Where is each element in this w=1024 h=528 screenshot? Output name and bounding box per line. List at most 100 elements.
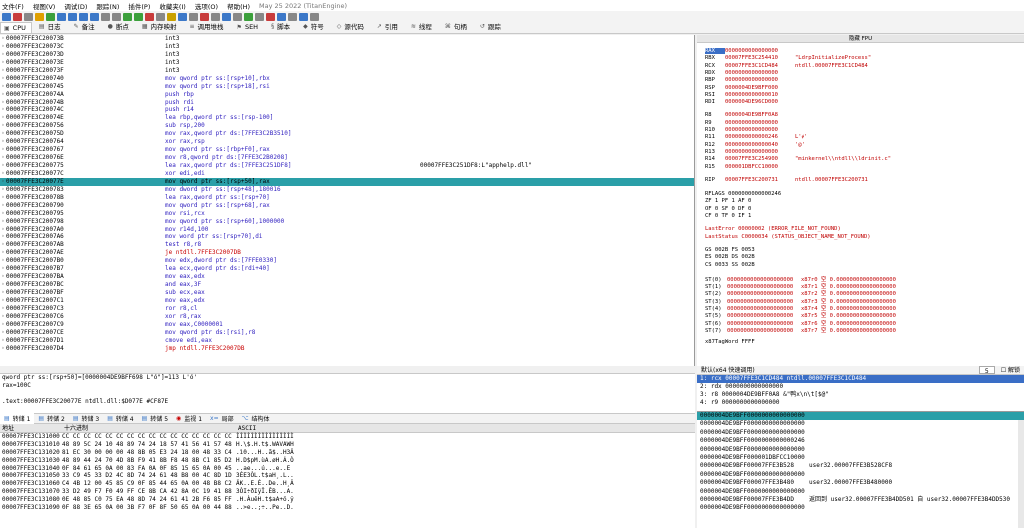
tab-seh[interactable]: ⚑ SEH (233, 21, 265, 33)
register-value[interactable]: 0000000000000000 (725, 70, 795, 76)
register-value[interactable]: 0000000000000010 (725, 92, 795, 98)
disasm-row[interactable]: ◦ 00007FFE3C20073E int3 (0, 59, 694, 67)
register-row[interactable]: RBX 00007FFE3C254410 "LdrpInitializeProces… (705, 55, 871, 61)
register-row[interactable]: RSP 0000004DE9BFF000 (705, 85, 795, 91)
disasm-row[interactable]: ◦ 00007FFE3C20074B push rdi (0, 99, 694, 107)
dump-row[interactable]: 00007FFE3C131030 48 89 44 24 70 4D 8B F9 … (0, 457, 695, 465)
stack-row[interactable]: 0000004DE9BFF 0000000000000000 (697, 420, 1024, 428)
register-row[interactable]: RIP 00007FFE3C200731 ntdll.00007FFE3C20073… (705, 177, 868, 183)
register-row[interactable]: RDX 0000000000000000 (705, 70, 795, 76)
call-args[interactable]: 1: rcx 00007FFE3C1CD484 ntdll.00007FFE3C… (697, 375, 1024, 411)
register-row[interactable]: RCX 00007FFE3C1CD484 ntdll.00007FFE3C1CD48… (705, 63, 868, 69)
call-arg-row[interactable]: 3: r8 0000004DE9BFF0A8 &"鸭x\n\t[$@" (697, 391, 1024, 399)
disasm-row[interactable]: ◦ 00007FFE3C2007D4 jmp ntdll.7FFE3C2007DB (0, 345, 694, 353)
menu-item[interactable]: 视图(V) (33, 1, 56, 11)
register-value[interactable]: 0000000000000000 (725, 149, 795, 155)
disasm-row[interactable]: ◦ 00007FFE3C20073C int3 (0, 43, 694, 51)
dump-tab[interactable]: ◉ 监视 1 (172, 414, 206, 423)
menu-item[interactable]: 收藏夹(I) (159, 1, 186, 11)
disasm-row[interactable]: ◦ 00007FFE3C200767 mov qword ptr ss:[rbp+F… (0, 146, 694, 154)
call-arg-row[interactable]: 1: rcx 00007FFE3C1CD484 ntdll.00007FFE3C… (697, 375, 1024, 383)
disasm-row[interactable]: ◦ 00007FFE3C2007A6 mov word ptr ss:[rsp+70… (0, 233, 694, 241)
dump-tab[interactable]: ▤ 转储 5 (138, 414, 172, 423)
disassembly-view[interactable]: ◦ 00007FFE3C20073B int3 ◦ 00007FFE3C20073C in… (0, 35, 695, 366)
calling-convention-select[interactable]: 默认(x64 快速调用) (701, 366, 755, 374)
tab-breakpoint[interactable]: ● 断点 (104, 19, 135, 33)
dump-hex[interactable]: 48 89 44 24 70 4D 8B F9 41 8B F8 48 8B C… (62, 457, 232, 465)
dump-row[interactable]: 00007FFE3C131080 0E 48 85 C0 75 EA 48 8D … (0, 496, 695, 504)
register-value[interactable]: 0000004DE9BFF000 (725, 85, 795, 91)
dump-row[interactable]: 00007FFE3C131050 33 C9 45 33 D2 4C 8D 74 … (0, 472, 695, 480)
disasm-row[interactable]: ◦ 00007FFE3C200775 lea rax,qword ptr ds:[7… (0, 162, 694, 170)
register-row[interactable]: R10 0000000000000000 (705, 127, 795, 133)
dump-tab[interactable]: ▤ 转储 3 (69, 414, 103, 423)
register-value[interactable]: 00007FFE3C200731 (725, 177, 795, 183)
dump-tab[interactable]: ⌥ 结构体 (238, 414, 274, 423)
stack-row[interactable]: 0000004DE9BFF 0000000000000000 (697, 412, 1024, 421)
disasm-row[interactable]: ◦ 00007FFE3C20074C push r14 (0, 106, 694, 114)
disasm-row[interactable]: ◦ 00007FFE3C200756 sub rsp,200 (0, 122, 694, 130)
tab-symbol[interactable]: ◆ 符号 (299, 19, 330, 33)
register-value[interactable]: 000001DBFCC10000 (725, 164, 795, 170)
disasm-row[interactable]: ◦ 00007FFE3C20074E lea rbp,qword ptr ss:[r… (0, 114, 694, 122)
stack-row[interactable]: 0000004DE9BFF 00007FFE3B480 user32.00007FF… (697, 479, 1024, 487)
disasm-row[interactable]: ◦ 00007FFE3C2007AE je ntdll.7FFE3C2007DB (0, 249, 694, 257)
tab-reference[interactable]: ↗ 引用 (373, 19, 404, 33)
register-value[interactable]: 0000000000000000 (725, 127, 795, 133)
disasm-row[interactable]: ◦ 00007FFE3C2007A0 mov r14d,100 (0, 226, 694, 234)
stack-row[interactable]: 0000004DE9BFF 00007FFE3B528 user32.00007FF… (697, 462, 1024, 470)
disasm-row[interactable]: ◦ 00007FFE3C20073F int3 (0, 67, 694, 75)
dump-row[interactable]: 00007FFE3C131000 CC CC CC CC CC CC CC CC … (0, 433, 695, 441)
toolbar-button-icon[interactable] (255, 13, 264, 21)
disasm-row[interactable]: ◦ 00007FFE3C20078B lea rax,qword ptr ss:[r… (0, 194, 694, 202)
dump-row[interactable]: 00007FFE3C131010 48 89 5C 24 10 48 89 74 … (0, 441, 695, 449)
disasm-row[interactable]: ◦ 00007FFE3C200790 mov qword ptr ss:[rsp+6… (0, 202, 694, 210)
register-value[interactable]: 0000004DE96CD000 (725, 99, 795, 105)
disasm-row[interactable]: ◦ 00007FFE3C2007C3 ror r8,cl (0, 305, 694, 313)
register-row[interactable]: R13 0000000000000000 (705, 149, 795, 155)
dump-row[interactable]: 00007FFE3C131090 0F 88 3E 65 0A 00 3B F7 … (0, 504, 695, 512)
disasm-row[interactable]: ◦ 00007FFE3C2007BA mov eax,edx (0, 273, 694, 281)
register-value[interactable]: 0000000000000000 (725, 77, 795, 83)
disasm-row[interactable]: ◦ 00007FFE3C2007AB test r8,r8 (0, 241, 694, 249)
menu-item[interactable]: 插件(P) (128, 1, 150, 11)
register-value[interactable]: 00007FFE3C254410 (725, 55, 795, 61)
tab-log[interactable]: ▤ 日志 (35, 19, 67, 33)
disasm-row[interactable]: ◦ 00007FFE3C20077E mov qword ptr ss:[rsp+5… (0, 177, 694, 186)
tab-script[interactable]: § 脚本 (267, 19, 296, 33)
tab-thread[interactable]: ≋ 线程 (407, 19, 438, 33)
register-panel[interactable]: 隐藏 FPU RAX 0000000000000000 RBX 00007FFE3C2… (697, 35, 1024, 366)
dump-row[interactable]: 00007FFE3C131060 C4 4B 12 00 45 85 C9 0F … (0, 480, 695, 488)
call-arg-row[interactable]: 4: r9 0000000000000000 (697, 399, 1024, 407)
stack-row[interactable]: 0000004DE9BFF 0000000000000000 (697, 488, 1024, 496)
toolbar-button-icon[interactable] (13, 13, 22, 21)
stack-row[interactable]: 0000004DE9BFF 00007FFE3B4DD 返回到 user32.000… (697, 496, 1024, 504)
dump-tab[interactable]: x= 局部 (206, 414, 238, 423)
disasm-row[interactable]: ◦ 00007FFE3C2007B0 mov edx,dword ptr ds:[7… (0, 257, 694, 265)
tab-notes[interactable]: ✎ 备注 (70, 19, 101, 33)
register-row[interactable]: RAX 0000000000000000 (705, 48, 795, 54)
tab-trace[interactable]: ↺ 跟踪 (476, 19, 507, 33)
toolbar-button-icon[interactable] (24, 13, 33, 21)
tab-cpu[interactable]: ▣ CPU (0, 22, 32, 33)
fpu-register-value[interactable]: 00000000000000000000 (727, 328, 801, 334)
dump-row[interactable]: 00007FFE3C131040 0F 84 61 65 0A 00 83 FA … (0, 465, 695, 473)
disasm-row[interactable]: ◦ 00007FFE3C20077C xor edi,edi (0, 170, 694, 178)
disasm-row[interactable]: ◦ 00007FFE3C2007CE mov qword ptr ds:[rsi],… (0, 329, 694, 337)
disasm-row[interactable]: ◦ 00007FFE3C20076E mov r8,qword ptr ds:[7F… (0, 154, 694, 162)
menu-item[interactable]: 跟踪(N) (96, 1, 119, 11)
arg-count-spinner[interactable]: 5 (978, 366, 995, 375)
disasm-row[interactable]: ◦ 00007FFE3C200745 mov qword ptr ss:[rsp+1… (0, 83, 694, 91)
tab-source[interactable]: ◇ 源代码 (333, 19, 370, 33)
unlock-checkbox[interactable]: ☐ 解锁 (1001, 366, 1020, 374)
disasm-row[interactable]: ◦ 00007FFE3C20075D mov rax,qword ptr ds:[7… (0, 130, 694, 138)
disasm-row[interactable]: ◦ 00007FFE3C2007D1 cmove edi,eax (0, 337, 694, 345)
register-value[interactable]: 0000000000000040 (725, 142, 795, 148)
register-row[interactable]: RBP 0000000000000000 (705, 77, 795, 83)
menu-item[interactable]: 帮助(H) (227, 1, 250, 11)
menu-item[interactable]: 选项(O) (195, 1, 218, 11)
hex-dump[interactable]: 地址 十六进制 ASCII 00007FFE3C131000 CC CC CC C… (0, 424, 695, 528)
register-row[interactable]: R9 0000000000000000 (705, 120, 795, 126)
disasm-row[interactable]: ◦ 00007FFE3C20073D int3 (0, 51, 694, 59)
stack-row[interactable]: 0000004DE9BFF 0000000000000000 (697, 446, 1024, 454)
